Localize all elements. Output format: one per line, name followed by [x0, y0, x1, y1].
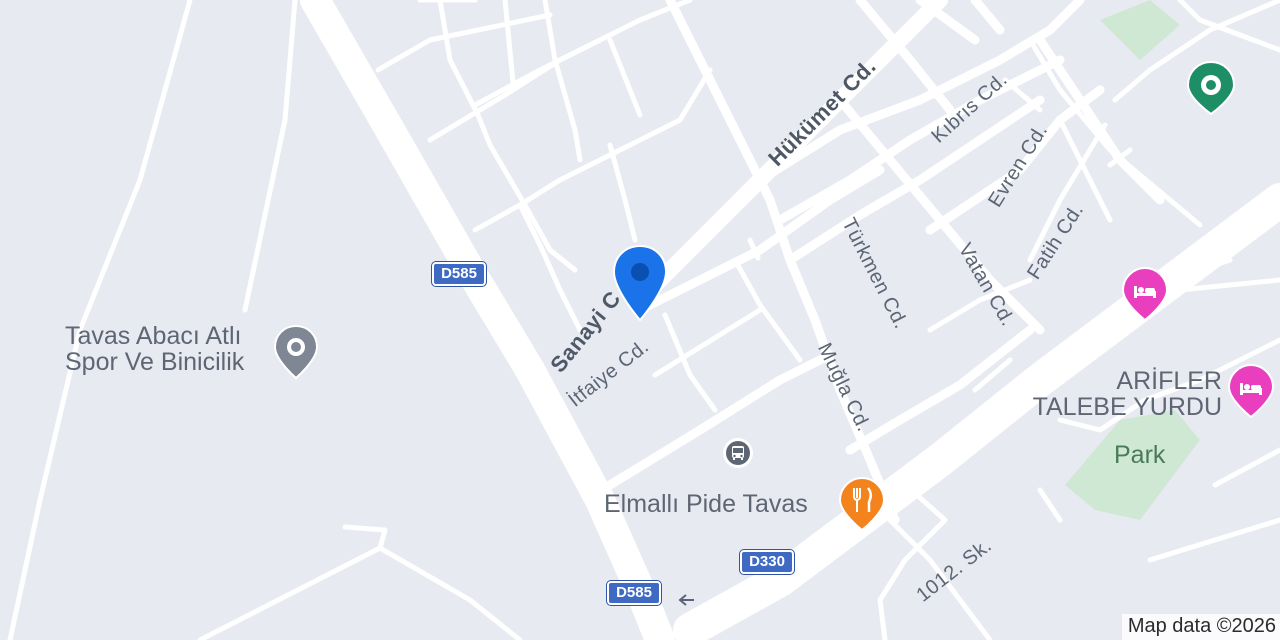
place-pin-icon[interactable]: [273, 324, 319, 380]
poi-label-line: Tavas Abacı Atlı: [65, 322, 242, 350]
poi-label-tavas-abaci[interactable]: Tavas Abacı Atlı Spor Ve Binicilik: [65, 323, 244, 376]
highway-shield-d585: D585: [432, 262, 486, 286]
location-pin-icon[interactable]: [612, 244, 668, 322]
poi-label-arifler[interactable]: ARİFLER TALEBE YURDU: [1026, 368, 1222, 421]
bus-stop-icon[interactable]: [722, 437, 754, 469]
poi-label-park[interactable]: Park: [1114, 442, 1165, 469]
poi-label-line: ARİFLER: [1116, 367, 1222, 395]
poi-label-elmalli-pide[interactable]: Elmallı Pide Tavas: [604, 491, 808, 518]
map-attribution[interactable]: Map data ©2026: [1121, 614, 1280, 640]
place-pin-icon[interactable]: [1186, 60, 1236, 116]
fork-knife-icon[interactable]: [838, 476, 886, 532]
highway-shield-d585: D585: [607, 581, 661, 605]
bed-icon[interactable]: [1227, 363, 1275, 419]
park-area: [1100, 0, 1180, 60]
arrow-left-icon: [678, 594, 694, 606]
highway-shield-d330: D330: [740, 550, 794, 574]
map-canvas[interactable]: Hükümet Cd. Sanayi C İtfaiye Cd. Kıbrıs …: [0, 0, 1280, 640]
poi-label-line: Spor Ve Binicilik: [65, 348, 245, 377]
poi-label-line: TALEBE YURDU: [1032, 393, 1222, 422]
bed-icon[interactable]: [1121, 266, 1169, 322]
